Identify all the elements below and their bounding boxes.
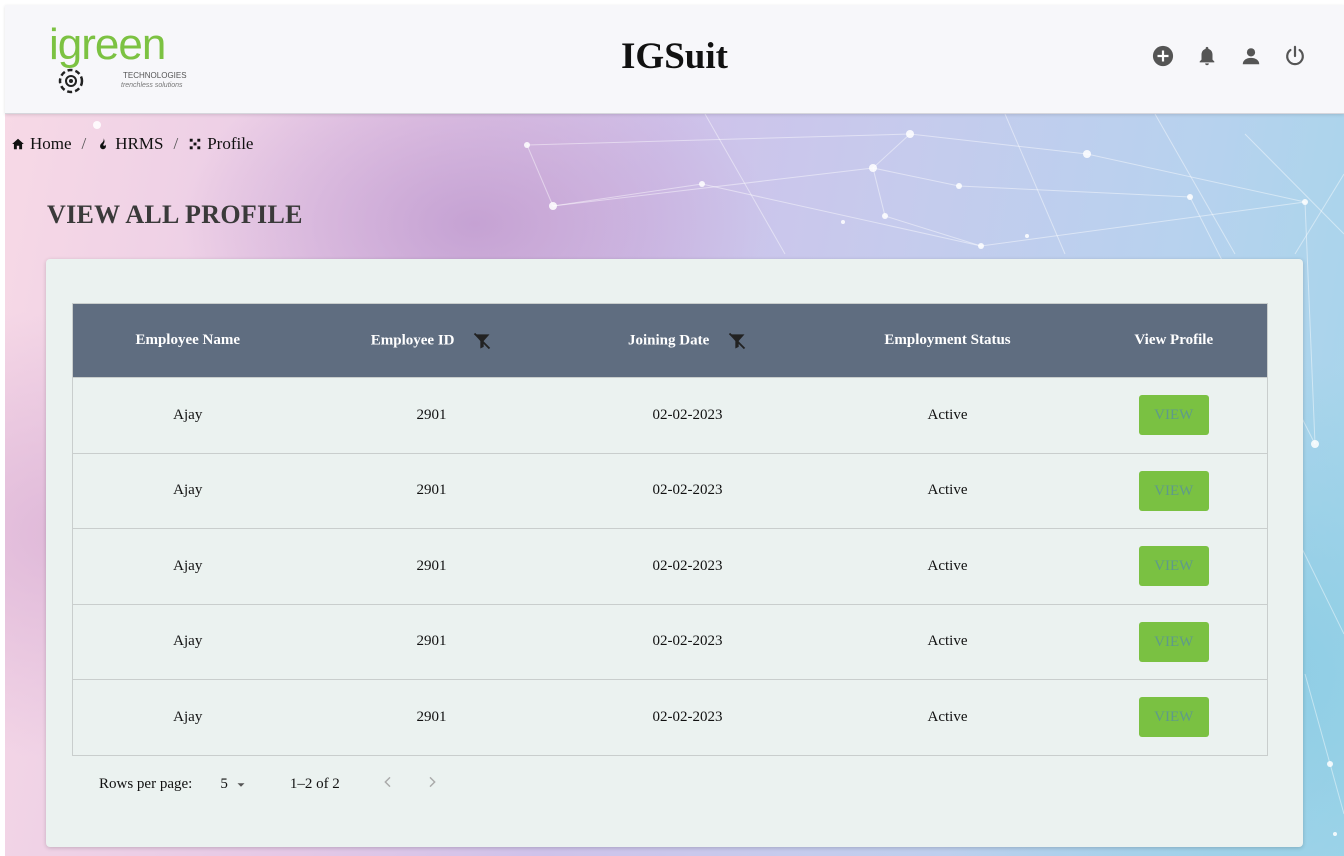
chevron-left-icon: [384, 776, 391, 788]
breadcrumb-profile-label: Profile: [207, 134, 254, 153]
breadcrumb-hrms[interactable]: HRMS: [96, 134, 163, 154]
view-profile-button[interactable]: VIEW: [1138, 470, 1209, 511]
cell-view-profile: VIEW: [1081, 378, 1268, 454]
column-label: Employee Name: [135, 332, 241, 348]
cell-employee-name: Ajay: [173, 557, 203, 574]
table-row: Ajay 2901 02-02-2023 Active VIEW: [72, 604, 1268, 680]
cell-employment-status: Active: [927, 482, 968, 499]
table-row: Ajay 2901 02-02-2023 Active VIEW: [72, 679, 1268, 756]
pagination-range: 1–2 of 2: [289, 776, 340, 792]
view-profile-button[interactable]: VIEW: [1138, 621, 1209, 662]
cell-employee-id: 2901: [416, 557, 447, 574]
cell-joining-date: 02-02-2023: [652, 708, 723, 725]
cell-employment-status: Active: [927, 633, 968, 650]
breadcrumb-profile[interactable]: Profile: [188, 134, 253, 154]
table-header-row: Employee Name Employee ID Joining Date E…: [72, 303, 1268, 378]
table-row: Ajay 2901 02-02-2023 Active VIEW: [72, 453, 1268, 529]
power-icon[interactable]: [1284, 45, 1306, 67]
fire-icon: [100, 138, 107, 150]
column-label: Employee ID: [370, 331, 455, 348]
cell-employee-name: Ajay: [173, 633, 203, 650]
column-label: Joining Date: [627, 331, 710, 348]
pagination-nav: [380, 774, 440, 795]
cell-joining-date: 02-02-2023: [652, 557, 723, 574]
bell-icon[interactable]: [1196, 45, 1218, 67]
column-employee-id[interactable]: Employee ID: [303, 304, 561, 378]
view-profile-button[interactable]: VIEW: [1138, 395, 1209, 436]
column-joining-date[interactable]: Joining Date: [561, 304, 815, 378]
user-icon[interactable]: [1240, 45, 1262, 67]
table-row: Ajay 2901 02-02-2023 Active VIEW: [72, 377, 1268, 454]
cell-employee-id: 2901: [416, 708, 447, 725]
column-view-profile[interactable]: View Profile: [1081, 304, 1268, 378]
filter-off-icon[interactable]: [727, 331, 747, 351]
page-title: VIEW ALL PROFILE: [47, 200, 303, 229]
rows-per-page-value: 5: [220, 776, 228, 792]
cell-employee-name: Ajay: [173, 406, 203, 423]
cell-employee-id: 2901: [416, 406, 447, 423]
column-employee-name[interactable]: Employee Name: [73, 304, 303, 378]
rows-per-page-label: Rows per page:: [99, 776, 193, 792]
breadcrumb-separator: /: [173, 134, 179, 153]
rows-per-page-select[interactable]: 5: [220, 776, 248, 793]
cell-joining-date: 02-02-2023: [652, 482, 723, 499]
cell-employee-name: Ajay: [173, 482, 203, 499]
table-pagination: Rows per page: 5 1–2 of 2: [99, 774, 440, 795]
home-icon: [12, 138, 24, 150]
view-profile-button[interactable]: VIEW: [1138, 546, 1209, 587]
column-label: View Profile: [1134, 332, 1214, 348]
caret-down-icon: [237, 782, 245, 787]
cell-employee-name: Ajay: [173, 708, 203, 725]
chevron-right-icon: [429, 776, 436, 788]
cell-view-profile: VIEW: [1081, 680, 1268, 756]
cell-employee-id: 2901: [416, 633, 447, 650]
breadcrumb-hrms-label: HRMS: [115, 134, 164, 153]
filter-off-icon[interactable]: [472, 331, 492, 351]
cell-view-profile: VIEW: [1081, 453, 1268, 529]
previous-page-button[interactable]: [380, 774, 396, 795]
add-circle-icon[interactable]: [1152, 45, 1174, 67]
column-label: Employment Status: [884, 332, 1011, 348]
column-employment-status[interactable]: Employment Status: [815, 304, 1081, 378]
profile-table-card: Employee Name Employee ID Joining Date E…: [46, 259, 1303, 847]
table-row: Ajay 2901 02-02-2023 Active VIEW: [72, 528, 1268, 605]
logo-tagline: trenchless solutions: [121, 82, 183, 89]
header-actions: [1152, 45, 1306, 67]
cell-employment-status: Active: [927, 557, 968, 574]
cell-employment-status: Active: [927, 406, 968, 423]
cell-joining-date: 02-02-2023: [652, 406, 723, 423]
cell-view-profile: VIEW: [1081, 604, 1268, 680]
app-title: IGSuit: [621, 36, 728, 77]
breadcrumb-home-label: Home: [30, 134, 72, 153]
view-profile-button[interactable]: VIEW: [1138, 697, 1209, 738]
cell-joining-date: 02-02-2023: [652, 633, 723, 650]
breadcrumb-separator: /: [81, 134, 87, 153]
cell-employee-id: 2901: [416, 482, 447, 499]
next-page-button[interactable]: [424, 774, 440, 795]
cell-view-profile: VIEW: [1081, 529, 1268, 605]
profile-table: Employee Name Employee ID Joining Date E…: [72, 303, 1268, 756]
breadcrumb: Home / HRMS / Profile: [11, 134, 253, 154]
grid-dots-icon: [189, 138, 201, 150]
breadcrumb-home[interactable]: Home: [11, 134, 72, 154]
cell-employment-status: Active: [927, 708, 968, 725]
top-header: igreen TECHNOLOGIES trenchless solutions…: [5, 5, 1344, 114]
